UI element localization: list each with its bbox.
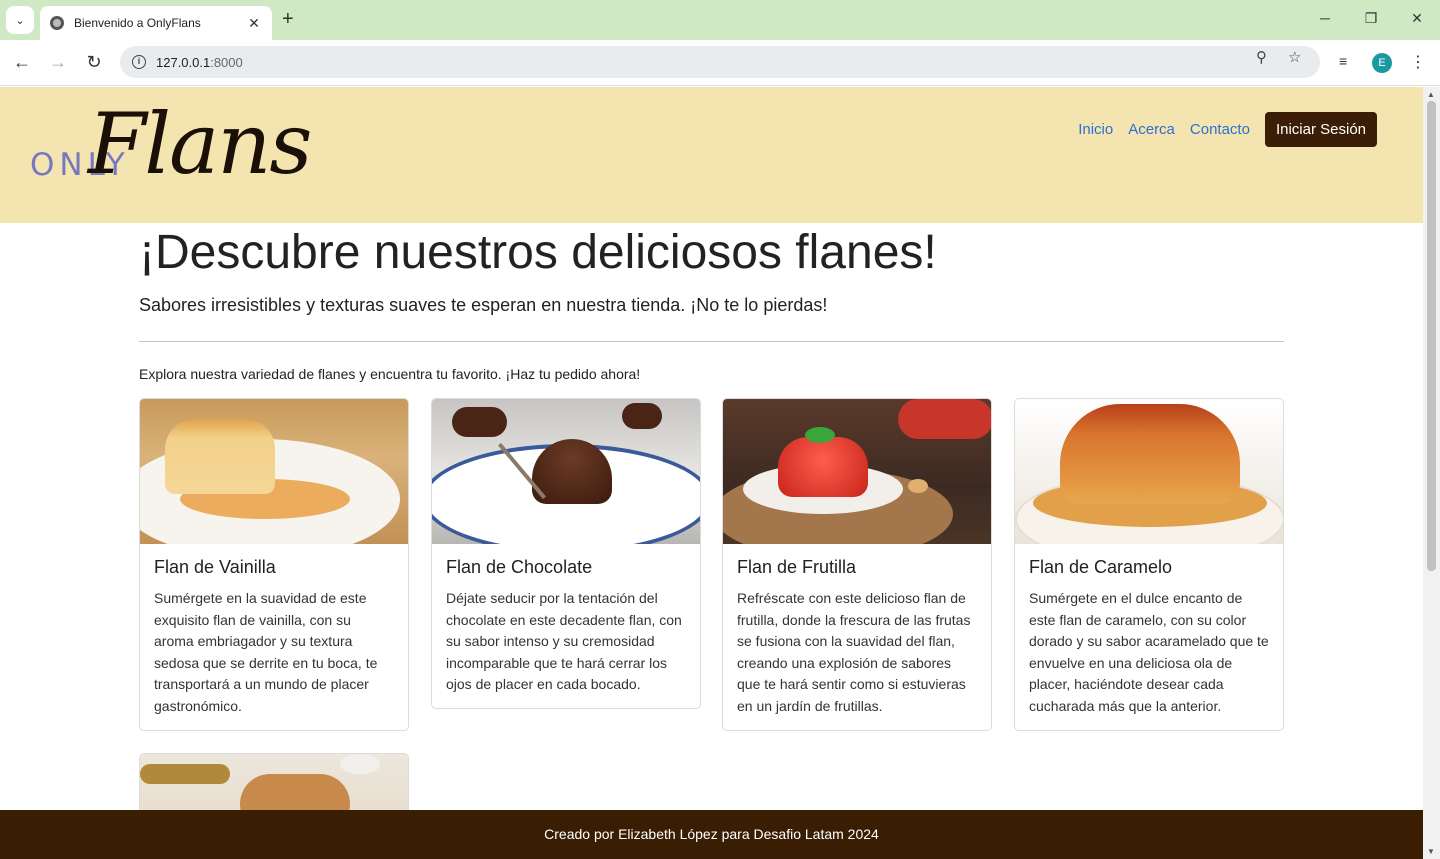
nav-link-inicio[interactable]: Inicio bbox=[1078, 121, 1113, 138]
card-title: Flan de Vainilla bbox=[154, 557, 276, 577]
tab-close-icon[interactable]: ✕ bbox=[246, 15, 262, 32]
logo-flans-text: Flans bbox=[88, 95, 312, 193]
nav-link-contacto[interactable]: Contacto bbox=[1190, 121, 1250, 138]
scroll-up-icon[interactable]: ▲ bbox=[1427, 90, 1435, 99]
page-scrollbar[interactable]: ▲ ▼ bbox=[1423, 87, 1440, 859]
reload-icon[interactable]: ↻ bbox=[83, 52, 105, 72]
browser-menu-icon[interactable]: ⋮ bbox=[1410, 52, 1426, 72]
browser-tab[interactable]: Bienvenido a OnlyFlans ✕ bbox=[40, 6, 272, 40]
site-footer: Creado por Elizabeth López para Desafio … bbox=[0, 810, 1423, 859]
flan-frutilla-image bbox=[723, 399, 991, 544]
flan-card-chocolate[interactable]: Flan de Chocolate Déjate seducir por la … bbox=[431, 398, 701, 709]
flan-card-caramelo[interactable]: Flan de Caramelo Sumérgete en el dulce e… bbox=[1014, 398, 1284, 731]
card-title: Flan de Chocolate bbox=[446, 557, 593, 577]
profile-avatar[interactable]: E bbox=[1372, 53, 1392, 73]
tab-search-chevron-icon[interactable]: ⌄ bbox=[6, 6, 34, 34]
restore-icon[interactable]: ❐ bbox=[1361, 10, 1381, 27]
card-title: Flan de Caramelo bbox=[1029, 557, 1173, 577]
flan-card-frutilla[interactable]: Flan de Frutilla Refréscate con este del… bbox=[722, 398, 992, 731]
zoom-icon[interactable]: ⚲ bbox=[1256, 48, 1267, 66]
site-info-icon[interactable]: i bbox=[132, 55, 146, 69]
card-text: Sumérgete en la suavidad de este exquisi… bbox=[154, 590, 378, 714]
flan-card-vainilla[interactable]: Flan de Vainilla Sumérgete en la suavida… bbox=[139, 398, 409, 731]
tab-title: Bienvenido a OnlyFlans bbox=[74, 16, 201, 30]
hero-lead: Sabores irresistibles y texturas suaves … bbox=[139, 295, 828, 315]
browser-tab-strip: ⌄ Bienvenido a OnlyFlans ✕ + ─ ❐ ✕ bbox=[0, 0, 1440, 40]
globe-icon bbox=[50, 16, 64, 30]
onlyflans-logo[interactable]: ONLY Flans bbox=[30, 95, 350, 193]
flan-vainilla-image bbox=[140, 399, 408, 544]
page-title: ¡Descubre nuestros deliciosos flanes! bbox=[139, 226, 937, 279]
login-button[interactable]: Iniciar Sesión bbox=[1264, 112, 1377, 147]
site-header: ONLY Flans Inicio Acerca Contacto Inicia… bbox=[0, 87, 1423, 223]
hero-section: ¡Descubre nuestros deliciosos flanes! Sa… bbox=[139, 225, 1284, 382]
card-text: Déjate seducir por la tentación del choc… bbox=[446, 590, 682, 693]
back-arrow-icon[interactable]: ← bbox=[11, 52, 33, 72]
flan-caramelo-image bbox=[1015, 399, 1283, 544]
card-title: Flan de Frutilla bbox=[737, 557, 857, 577]
url-port: :8000 bbox=[210, 54, 243, 70]
nav-link-acerca[interactable]: Acerca bbox=[1128, 121, 1175, 138]
url-host: 127.0.0.1 bbox=[156, 54, 211, 70]
scrollbar-thumb[interactable] bbox=[1427, 101, 1436, 571]
minimize-icon[interactable]: ─ bbox=[1315, 10, 1335, 26]
scroll-down-icon[interactable]: ▼ bbox=[1427, 847, 1435, 856]
intro-text: Explora nuestra variedad de flanes y enc… bbox=[139, 366, 641, 382]
divider bbox=[139, 341, 1284, 342]
bookmark-star-icon[interactable]: ☆ bbox=[1288, 48, 1301, 66]
card-text: Refréscate con este delicioso flan de fr… bbox=[737, 590, 971, 714]
card-text: Sumérgete en el dulce encanto de este fl… bbox=[1029, 590, 1269, 714]
url-input[interactable]: i 127.0.0.1:8000 bbox=[120, 46, 1320, 78]
flan-chocolate-image bbox=[432, 399, 700, 544]
main-nav: Inicio Acerca Contacto Iniciar Sesión bbox=[1078, 112, 1377, 147]
window-close-icon[interactable]: ✕ bbox=[1407, 10, 1427, 27]
media-controls-icon[interactable]: ≡ bbox=[1339, 53, 1347, 69]
forward-arrow-icon[interactable]: → bbox=[47, 52, 69, 72]
address-bar: ← → ↻ i 127.0.0.1:8000 ⚲ ☆ ≡ bbox=[0, 40, 1440, 86]
new-tab-icon[interactable]: + bbox=[282, 9, 294, 29]
page-viewport: ONLY Flans Inicio Acerca Contacto Inicia… bbox=[0, 87, 1423, 859]
